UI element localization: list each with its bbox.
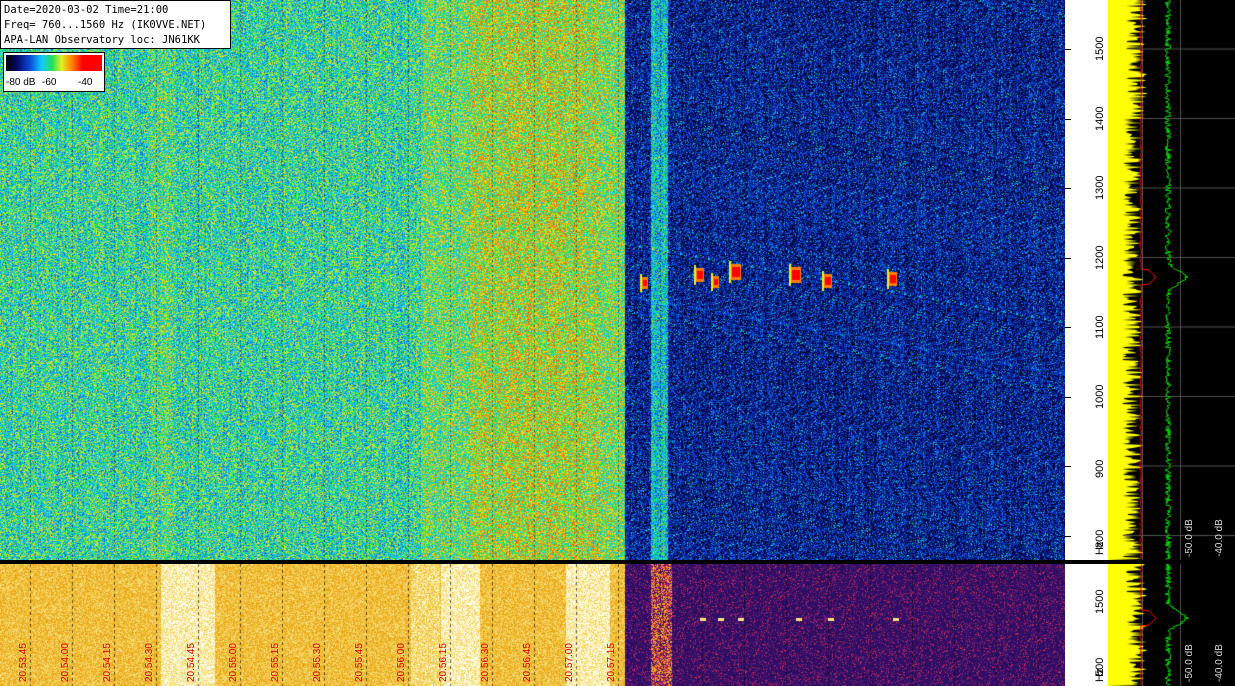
frequency-tick: 1200	[1094, 245, 1106, 270]
spectrum-panel-overview: -50.0 dB -40.0 dB	[1108, 564, 1235, 686]
frequency-tick: 1100	[1094, 315, 1106, 339]
timeline-label: 20.56.00	[396, 643, 407, 682]
frequency-tick-mark	[1065, 49, 1071, 50]
frequency-tick-mark	[1065, 327, 1071, 328]
frequency-tick-mark	[1065, 188, 1071, 189]
frequency-axis-overview: 1500 500 Hz	[1065, 564, 1108, 686]
colormap-scale-icon	[6, 55, 102, 71]
legend-label-mid: -60	[42, 77, 57, 88]
timeline-label: 20.55.15	[270, 643, 281, 682]
frequency-tick-mark	[1065, 535, 1071, 537]
frequency-tick-mark	[1065, 466, 1071, 467]
timeline-label: 20.55.45	[354, 643, 365, 682]
frequency-tick: 1300	[1094, 175, 1106, 200]
legend-label-min: -80 dB	[6, 77, 36, 88]
legend-label-max: -40	[78, 77, 93, 88]
timeline-label: 20.54.15	[102, 643, 113, 682]
timeline-label: 20.55.00	[228, 643, 239, 682]
frequency-tick: 900	[1094, 459, 1106, 478]
timeline-label: 20.56.15	[438, 643, 449, 682]
timeline-label: 20.57.00	[564, 643, 575, 682]
timeline-label: 20.56.30	[480, 643, 491, 682]
frequency-tick-overview: 1500	[1094, 589, 1106, 614]
spectrum-db-label: -40.0 dB	[1214, 519, 1225, 557]
info-freq-line: Freq= 760...1560 Hz (IK0VVE.NET)	[4, 19, 207, 31]
overview-waterfall: 20.53.45 20.54.00 20.54.15 20.54.30 20.54.45…	[0, 564, 1065, 686]
timeline-label: 20.55.30	[312, 643, 323, 682]
timeline-label: 20.54.45	[186, 643, 197, 682]
frequency-tick-mark	[1065, 396, 1071, 398]
spectrogram-viewer: 20.53.45 20.54.00 20.54.15 20.54.30 20.54.45…	[0, 0, 1235, 686]
frequency-tick: 1000	[1094, 384, 1106, 409]
timeline-label: 20.54.00	[60, 643, 71, 682]
timeline-label: 20.53.45	[18, 643, 29, 682]
frequency-unit-overview: Hz	[1094, 668, 1106, 682]
colormap-legend: -80 dB -60 -40	[3, 52, 105, 92]
timeline-label: 20.54.30	[144, 643, 155, 682]
frequency-unit: Hz	[1094, 541, 1106, 555]
info-observatory-line: APA-LAN Observatory loc: JN61KK	[4, 34, 200, 46]
info-date-line: Date=2020-03-02 Time=21:00	[4, 4, 169, 16]
frequency-tick-mark	[1065, 118, 1071, 120]
spectrum-db-label: -50.0 dB	[1184, 644, 1195, 682]
timeline-label: 20.56.45	[522, 643, 533, 682]
info-box: Date=2020-03-02 Time=21:00 Freq= 760...1…	[0, 0, 231, 49]
spectrum-db-label: -50.0 dB	[1184, 519, 1195, 557]
timeline-label: 20.57.15	[606, 643, 617, 682]
frequency-tick: 1400	[1094, 106, 1106, 131]
waterfall-canvas	[0, 0, 1065, 560]
frequency-axis: 1500 1400 1300 1200 1100 1000 900 800 Hz	[1065, 0, 1108, 560]
spectrum-panel: -50.0 dB -40.0 dB	[1108, 0, 1235, 560]
spectrum-db-label: -40.0 dB	[1214, 644, 1225, 682]
main-waterfall	[0, 0, 1065, 560]
spectrum-canvas	[1108, 0, 1235, 560]
frequency-tick-mark	[1065, 257, 1071, 259]
frequency-tick: 1500	[1094, 36, 1106, 61]
